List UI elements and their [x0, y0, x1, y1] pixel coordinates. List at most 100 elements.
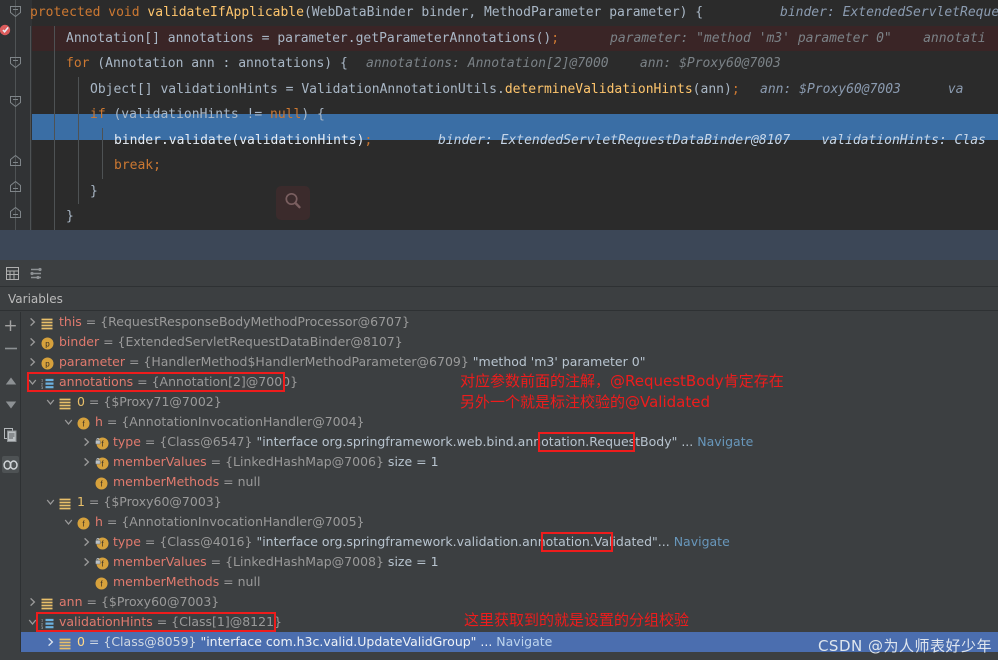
- chevron-right-icon[interactable]: [81, 552, 92, 572]
- variable-row[interactable]: f type = {Class@6547} "interface org.spri…: [21, 432, 998, 452]
- indent-guide: [30, 153, 31, 179]
- chevron-down-icon[interactable]: [27, 372, 38, 392]
- chevron-right-icon[interactable]: [45, 632, 56, 652]
- variable-name: ann: [59, 594, 83, 609]
- variable-label: ann = {$Proxy60@7003}: [59, 592, 219, 612]
- inline-debug-hint: binder: ExtendedServletRequestDataBinder…: [438, 132, 986, 148]
- code-token: binder.validate(validationHints): [114, 132, 365, 148]
- fold-minus-icon[interactable]: [9, 5, 22, 18]
- variable-row[interactable]: p binder = {ExtendedServletRequestDataBin…: [21, 332, 998, 352]
- chevron-down-icon[interactable]: [27, 612, 38, 632]
- variable-value: {HandlerMethod$HandlerMethodParameter@67…: [143, 354, 469, 369]
- debugger-toolbar[interactable]: [0, 260, 998, 287]
- variable-row[interactable]: ann = {$Proxy60@7003}: [21, 592, 998, 612]
- chevron-right-icon[interactable]: [81, 432, 92, 452]
- move-down-button[interactable]: [2, 396, 19, 413]
- variable-equals: =: [140, 534, 160, 549]
- code-token: if: [90, 107, 106, 122]
- code-line[interactable]: binder.validate(validationHints); binder:…: [30, 127, 998, 153]
- code-line[interactable]: Object[] validationHints = ValidationAnn…: [30, 76, 998, 102]
- variable-value: {AnnotationInvocationHandler@7005}: [121, 514, 365, 529]
- copy-value-button[interactable]: [2, 426, 19, 443]
- remove-watch-button[interactable]: [2, 340, 19, 357]
- variable-row[interactable]: p parameter = {HandlerMethod$HandlerMetho…: [21, 352, 998, 372]
- variable-label: memberValues = {LinkedHashMap@7008} size…: [113, 552, 439, 572]
- variable-row[interactable]: f memberValues = {LinkedHashMap@7006} siz…: [21, 452, 998, 472]
- code-token: (WebDataBinder binder, MethodParameter p…: [303, 5, 704, 20]
- variable-name: type: [113, 434, 141, 449]
- indent-guide: [78, 102, 79, 128]
- variable-label: type = {Class@4016} "interface org.sprin…: [113, 532, 730, 552]
- variables-tree[interactable]: this = {RequestResponseBodyMethodProcess…: [21, 312, 998, 660]
- chevron-down-icon[interactable]: [63, 512, 74, 532]
- breakpoint-icon[interactable]: [0, 22, 14, 37]
- variable-value: {$Proxy71@7002}: [103, 394, 222, 409]
- panel-separator-bar[interactable]: [0, 230, 998, 260]
- chevron-down-icon[interactable]: [45, 392, 56, 412]
- variable-row[interactable]: f type = {Class@4016} "interface org.spri…: [21, 532, 998, 552]
- watermark: CSDN @为人师表好少年: [817, 637, 992, 655]
- variable-equals: =: [152, 614, 172, 629]
- chevron-right-icon[interactable]: [27, 312, 38, 332]
- annotation-note: 对应参数前面的注解，@RequestBody肯定存在: [460, 372, 784, 390]
- code-line[interactable]: protected void validateIfApplicable(WebD…: [30, 0, 998, 26]
- variable-row[interactable]: this = {RequestResponseBodyMethodProcess…: [21, 312, 998, 332]
- fold-end-icon[interactable]: [9, 206, 22, 219]
- code-line-text: protected void validateIfApplicable(WebD…: [30, 0, 703, 26]
- chevron-right-icon[interactable]: [27, 332, 38, 352]
- code-token: protected: [30, 5, 101, 20]
- chevron-right-icon[interactable]: [81, 532, 92, 552]
- code-lines[interactable]: protected void validateIfApplicable(WebD…: [30, 0, 998, 230]
- chevron-down-icon[interactable]: [45, 492, 56, 512]
- tab-variables[interactable]: Variables: [0, 287, 998, 311]
- code-line[interactable]: }: [30, 178, 998, 204]
- variable-equals: =: [84, 494, 104, 509]
- annotation-note: 这里获取到的就是设置的分组校验: [464, 611, 690, 629]
- navigate-link[interactable]: Navigate: [670, 534, 730, 549]
- inline-watches-button[interactable]: [2, 456, 19, 473]
- variable-value: {LinkedHashMap@7008}: [225, 554, 384, 569]
- variable-row[interactable]: f memberValues = {LinkedHashMap@7008} siz…: [21, 552, 998, 572]
- code-line[interactable]: if (validationHints != null) {: [30, 102, 998, 128]
- code-token: void: [108, 5, 140, 20]
- variable-equals: =: [81, 314, 101, 329]
- code-line[interactable]: }: [30, 204, 998, 230]
- variable-row[interactable]: 1 = {$Proxy60@7003}: [21, 492, 998, 512]
- variable-value: {Annotation[2]@7000}: [151, 374, 299, 389]
- fold-end-icon[interactable]: [9, 154, 22, 167]
- settings-list-icon[interactable]: [26, 264, 46, 283]
- inline-debug-hint: binder: ExtendedServletReques: [780, 5, 998, 20]
- navigate-link[interactable]: Navigate: [693, 434, 753, 449]
- code-line[interactable]: Annotation[] annotations = parameter.get…: [30, 25, 998, 51]
- inline-debug-hint: annotations: Annotation[2]@7000 ann: $Pr…: [366, 56, 781, 71]
- intellij-debugger-screenshot: protected void validateIfApplicable(WebD…: [0, 0, 998, 660]
- add-watch-button[interactable]: +: [2, 316, 19, 336]
- variable-label: 1 = {$Proxy60@7003}: [77, 492, 222, 512]
- variable-row[interactable]: f memberMethods = null: [21, 572, 998, 592]
- editor-search-overlay[interactable]: [276, 186, 310, 220]
- editor-gutter[interactable]: [0, 0, 32, 230]
- variable-row[interactable]: fh = {AnnotationInvocationHandler@7004}: [21, 412, 998, 432]
- indent-guide: [30, 25, 31, 51]
- variable-name: memberValues: [113, 554, 207, 569]
- variable-row[interactable]: f memberMethods = null: [21, 472, 998, 492]
- code-editor[interactable]: protected void validateIfApplicable(WebD…: [0, 0, 998, 230]
- variables-left-toolbar[interactable]: +: [0, 312, 20, 660]
- move-up-button[interactable]: [2, 372, 19, 389]
- variable-row[interactable]: fh = {AnnotationInvocationHandler@7005}: [21, 512, 998, 532]
- chevron-down-icon[interactable]: [63, 412, 74, 432]
- svg-text:3: 3: [41, 386, 43, 390]
- variable-value: {AnnotationInvocationHandler@7004}: [121, 414, 365, 429]
- chevron-right-icon[interactable]: [27, 352, 38, 372]
- fold-minus-icon[interactable]: [9, 95, 22, 108]
- fold-end-icon[interactable]: [9, 180, 22, 193]
- chevron-right-icon[interactable]: [81, 452, 92, 472]
- navigate-link[interactable]: Navigate: [492, 634, 552, 649]
- fold-minus-icon[interactable]: [9, 56, 22, 69]
- chevron-right-icon[interactable]: [27, 592, 38, 612]
- variable-value: {ExtendedServletRequestDataBinder@8107}: [117, 334, 403, 349]
- indent-guide: [54, 102, 55, 128]
- restore-layout-icon[interactable]: [2, 264, 22, 283]
- code-line[interactable]: break;: [30, 153, 998, 179]
- code-line[interactable]: for (Annotation ann : annotations) {anno…: [30, 51, 998, 77]
